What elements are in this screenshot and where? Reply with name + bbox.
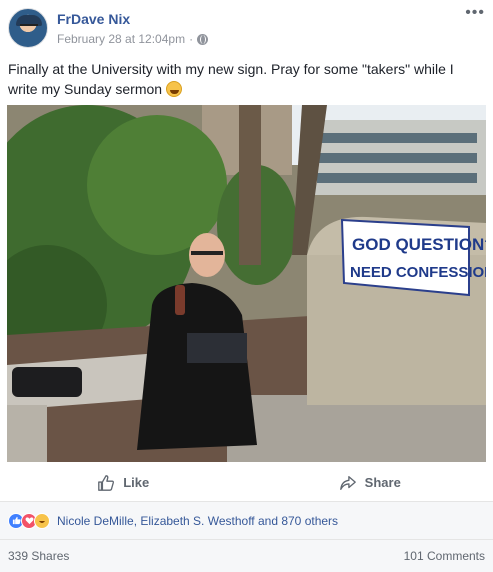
author-avatar[interactable]: [8, 8, 48, 48]
more-options-icon[interactable]: •••: [465, 5, 485, 21]
comments-count[interactable]: 101 Comments: [404, 549, 485, 563]
share-button[interactable]: Share: [247, 464, 493, 501]
haha-icon: [34, 512, 50, 529]
post-body: Finally at the University with my new si…: [8, 59, 486, 99]
share-label: Share: [364, 475, 401, 490]
share-arrow-icon: [339, 475, 356, 490]
post-stats: 339 Shares 101 Comments: [0, 540, 493, 572]
laughing-emoji-icon: [165, 81, 182, 97]
avatar-glasses: [20, 24, 38, 28]
public-globe-icon: [197, 33, 209, 45]
sign-line2: NEED CONFESSION?: [350, 264, 486, 281]
like-button[interactable]: Like: [0, 464, 247, 501]
post-meta: February 28 at 12:04pm ·: [57, 32, 209, 46]
shares-count[interactable]: 339 Shares: [8, 549, 69, 563]
like-label: Like: [123, 475, 150, 490]
thumbs-up-icon: [98, 474, 115, 491]
photo-scene: GOD QUESTION? NEED CONFESSION?: [7, 105, 486, 462]
reactions-bar[interactable]: Nicole DeMille, Elizabeth S. Westhoff an…: [0, 502, 493, 540]
post-header: FrDave Nix February 28 at 12:04pm · •••: [0, 0, 493, 55]
reactions-summary[interactable]: Nicole DeMille, Elizabeth S. Westhoff an…: [57, 514, 338, 528]
meta-separator: ·: [189, 32, 194, 46]
post-text: Finally at the University with my new si…: [8, 61, 454, 97]
post-photo[interactable]: GOD QUESTION? NEED CONFESSION?: [7, 105, 486, 462]
post-actions: Like Share: [0, 464, 493, 502]
sign-line1: GOD QUESTION?: [352, 235, 486, 254]
reaction-icons: [8, 512, 50, 529]
author-name[interactable]: FrDave Nix: [57, 11, 130, 27]
post-timestamp[interactable]: February 28 at 12:04pm: [57, 32, 185, 46]
